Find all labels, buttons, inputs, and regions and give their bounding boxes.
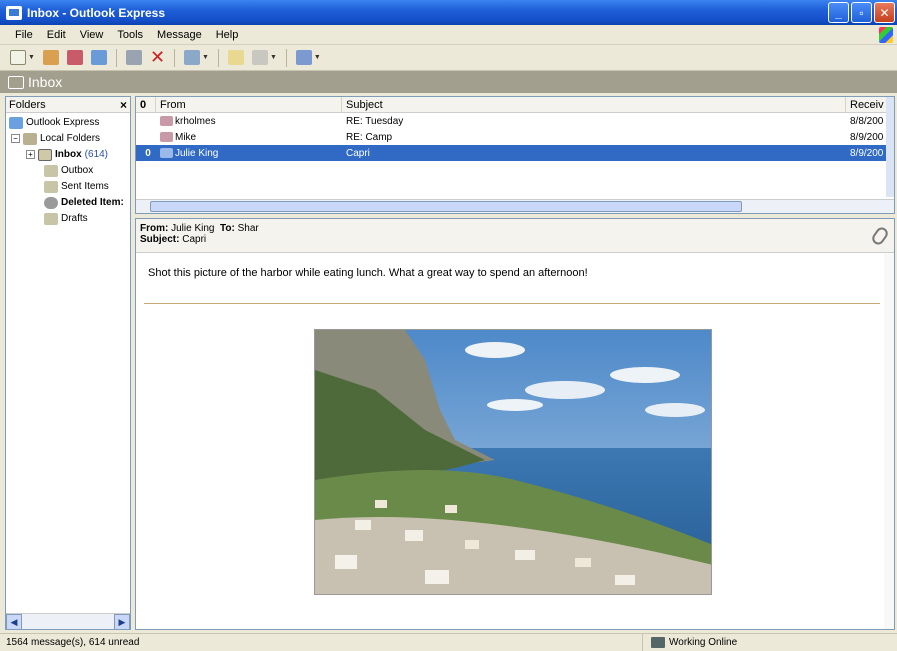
read-mail-icon <box>160 116 173 126</box>
outbox-icon <box>44 164 58 177</box>
reply-all-icon <box>66 50 83 65</box>
menu-help[interactable]: Help <box>209 29 246 41</box>
preview-from: Julie King <box>171 223 215 234</box>
message-row[interactable]: krholmes RE: Tuesday 8/8/200 <box>136 113 894 129</box>
outlook-express-icon <box>6 5 22 20</box>
column-subject[interactable]: Subject <box>342 97 846 112</box>
find-button[interactable]: ▼ <box>250 48 279 68</box>
views-icon <box>295 50 312 65</box>
status-bar: 1564 message(s), 614 unread Working Onli… <box>0 633 897 651</box>
print-icon <box>125 50 142 65</box>
maximize-button[interactable]: ▫ <box>851 2 872 23</box>
folder-inbox[interactable]: + Inbox (614) <box>26 147 108 162</box>
local-folders-icon <box>23 132 37 145</box>
attachment-icon: 0 <box>145 147 151 159</box>
menu-file[interactable]: File <box>8 29 40 41</box>
folder-deleted-items[interactable]: Deleted Item: <box>44 195 124 210</box>
attached-photo <box>314 329 712 595</box>
folders-horizontal-scrollbar[interactable]: ◀ ▶ <box>6 613 130 630</box>
message-body: Shot this picture of the harbor while ea… <box>136 253 894 304</box>
reply-button[interactable] <box>41 48 61 68</box>
scroll-thumb[interactable] <box>150 201 742 212</box>
message-row[interactable]: Mike RE: Camp 8/9/200 <box>136 129 894 145</box>
folder-outbox[interactable]: Outbox <box>44 163 93 178</box>
message-body-text: Shot this picture of the harbor while ea… <box>148 267 588 279</box>
print-button[interactable] <box>124 48 144 68</box>
delete-icon: ✕ <box>149 47 166 67</box>
read-mail-icon <box>160 132 173 142</box>
new-mail-icon <box>10 50 26 65</box>
divider <box>144 303 880 304</box>
menu-message[interactable]: Message <box>150 29 209 41</box>
column-from[interactable]: From <box>156 97 342 112</box>
forward-icon <box>90 50 107 65</box>
folders-label: Folders <box>9 98 46 111</box>
scroll-right-arrow[interactable]: ▶ <box>114 614 130 630</box>
outlook-express-icon <box>9 116 23 129</box>
message-row-selected[interactable]: 0 Julie King Capri 8/9/200 <box>136 145 894 161</box>
collapse-toggle[interactable]: − <box>11 134 20 143</box>
current-folder-title: Inbox <box>28 74 63 90</box>
sent-items-icon <box>44 180 58 193</box>
addresses-button[interactable] <box>226 48 246 68</box>
scroll-left-arrow[interactable]: ◀ <box>6 614 22 630</box>
message-list: 0 From Subject Receiv krholmes RE: Tuesd… <box>135 96 895 214</box>
connection-status: Working Online <box>642 634 897 651</box>
window-title: Inbox - Outlook Express <box>27 5 166 20</box>
folders-header: Folders × <box>6 97 130 113</box>
column-attachment[interactable]: 0 <box>136 97 156 112</box>
views-button[interactable]: ▼ <box>294 48 323 68</box>
folder-drafts[interactable]: Drafts <box>44 211 88 226</box>
reply-icon <box>42 50 59 65</box>
reply-all-button[interactable] <box>65 48 85 68</box>
menu-bar: File Edit View Tools Message Help <box>0 25 897 45</box>
forward-button[interactable] <box>89 48 109 68</box>
computer-icon <box>651 637 665 648</box>
folders-pane: Folders × Outlook Express − Local Folder… <box>5 96 131 630</box>
title-bar[interactable]: Inbox - Outlook Express _ ▫ ✕ <box>0 0 897 25</box>
create-mail-button[interactable]: ▼ <box>8 48 37 68</box>
message-list-vertical-scrollbar[interactable] <box>886 97 894 197</box>
preview-header: From: Julie King To: Shar Subject: Capri <box>136 219 894 253</box>
menu-edit[interactable]: Edit <box>40 29 73 41</box>
menu-view[interactable]: View <box>73 29 111 41</box>
windows-logo-icon <box>879 27 893 43</box>
minimize-button[interactable]: _ <box>828 2 849 23</box>
close-folders-pane-button[interactable]: × <box>120 98 127 112</box>
expand-toggle[interactable]: + <box>26 150 35 159</box>
read-mail-icon <box>160 148 173 158</box>
delete-button[interactable]: ✕ <box>148 47 167 68</box>
preview-vertical-scrollbar[interactable] <box>884 253 894 629</box>
current-folder-bar: Inbox <box>0 71 897 93</box>
folder-sent-items[interactable]: Sent Items <box>44 179 109 194</box>
message-list-horizontal-scrollbar[interactable] <box>136 199 894 213</box>
inbox-icon <box>38 148 52 161</box>
send-receive-icon <box>184 50 201 65</box>
inbox-icon <box>8 75 24 89</box>
inbox-unread-count: (614) <box>84 149 109 160</box>
send-receive-button[interactable]: ▼ <box>182 48 211 68</box>
toolbar: ▼ ✕ ▼ ▼ ▼ <box>0 45 897 71</box>
preview-pane: From: Julie King To: Shar Subject: Capri… <box>135 218 895 630</box>
address-book-icon <box>227 50 244 65</box>
message-list-header: 0 From Subject Receiv <box>136 97 894 113</box>
preview-subject: Capri <box>182 234 207 245</box>
menu-tools[interactable]: Tools <box>110 29 150 41</box>
find-icon <box>251 50 268 65</box>
message-count-status: 1564 message(s), 614 unread <box>6 637 140 648</box>
drafts-icon <box>44 212 58 225</box>
preview-to: Shar <box>237 223 259 234</box>
deleted-items-icon <box>44 196 58 209</box>
folder-local-folders[interactable]: − Local Folders <box>11 131 100 146</box>
close-button[interactable]: ✕ <box>874 2 895 23</box>
folder-outlook-express[interactable]: Outlook Express <box>9 115 99 130</box>
